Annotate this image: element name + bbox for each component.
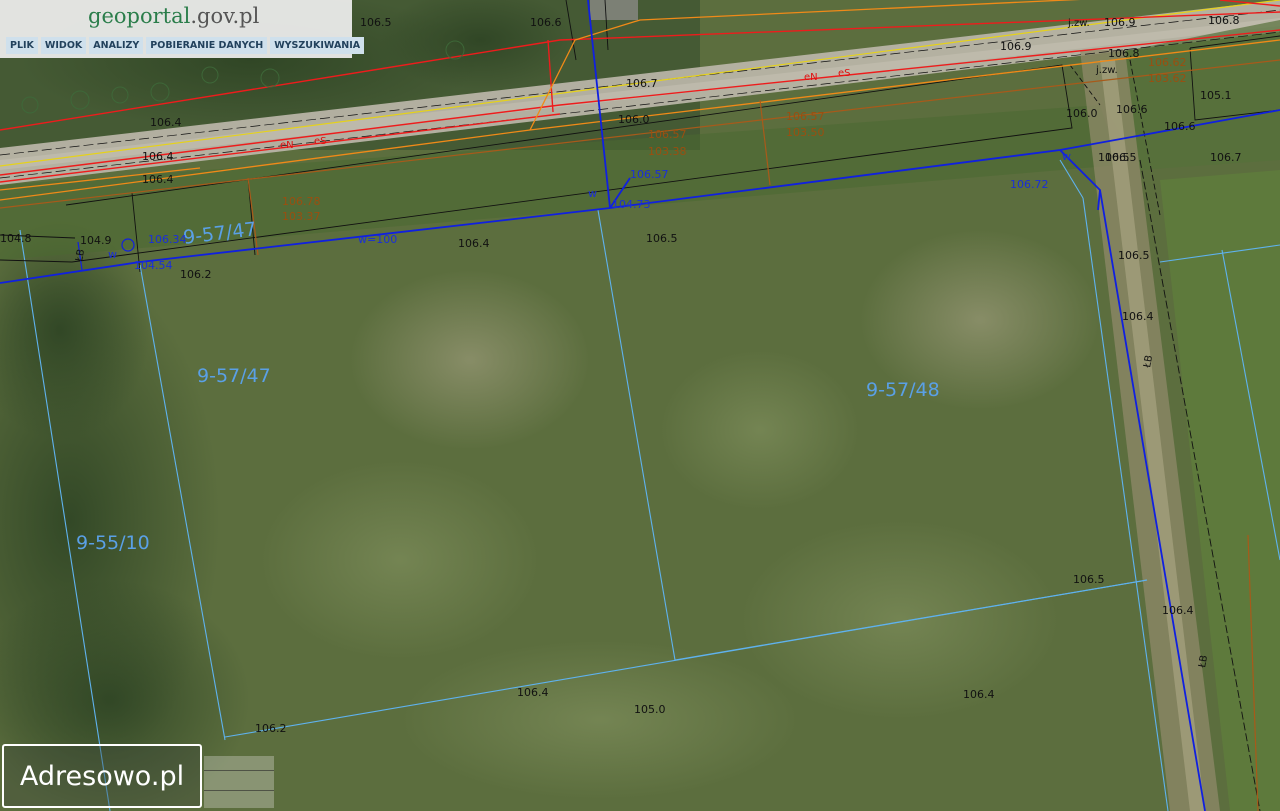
elevation-point: 106.4 bbox=[458, 237, 490, 250]
elevation-point: 106.6 bbox=[1116, 103, 1148, 116]
map-canvas[interactable]: 9-57/479-57/479-57/489-55/10106.5 106.610… bbox=[0, 0, 1280, 811]
water-label: 106.34 bbox=[148, 233, 187, 246]
logo-brand: portal bbox=[126, 4, 191, 28]
elevation-point: 106.0 bbox=[1066, 107, 1098, 120]
sewer-label: 103.50 bbox=[786, 126, 825, 139]
elevation-point: 106.5 bbox=[1105, 151, 1137, 164]
elevation-point: 106.2 bbox=[255, 722, 287, 735]
watermark-badge: Adresowo.pl bbox=[2, 744, 202, 808]
elevation-point: 106.2 bbox=[180, 268, 212, 281]
water-label: w bbox=[108, 248, 117, 261]
elevation-point: 106.9 bbox=[1000, 40, 1032, 53]
menu-pobieranie-danych[interactable]: POBIERANIE DANYCH bbox=[146, 37, 268, 54]
elevation-point: 106.4 bbox=[150, 116, 182, 129]
watermark-scale bbox=[204, 756, 274, 808]
elevation-point: 106.8 bbox=[1108, 47, 1140, 60]
sewer-label: 103.62 bbox=[1148, 72, 1187, 85]
parcel-label: 9-57/48 bbox=[866, 379, 940, 401]
elevation-point: 106.7 bbox=[626, 77, 658, 90]
cadastral-label: ŁB bbox=[1142, 354, 1155, 369]
sewer-label: 106.78 bbox=[282, 195, 321, 208]
elevation-point: 106.5 bbox=[360, 16, 392, 29]
elevation-point: 106.6 bbox=[1164, 120, 1196, 133]
elevation-point: 106.4 bbox=[1162, 604, 1194, 617]
sewer-label: 106.62 bbox=[1148, 56, 1187, 69]
water-label: 104.73 bbox=[612, 198, 651, 211]
elevation-point: 106.6 bbox=[530, 16, 562, 29]
water-label: w=100 bbox=[358, 233, 397, 246]
menu-plik[interactable]: PLIK bbox=[6, 37, 38, 54]
power-line-label: eN bbox=[280, 140, 294, 151]
elevation-point: 106.5 bbox=[1118, 249, 1150, 262]
menu-widok[interactable]: WIDOK bbox=[40, 37, 87, 54]
geoportal-logo[interactable]: geoportal.gov.pl bbox=[88, 4, 259, 28]
water-label: w bbox=[588, 187, 597, 200]
elevation-point: 106.4 bbox=[963, 688, 995, 701]
menu-analizy[interactable]: ANALIZY bbox=[89, 37, 144, 54]
sewer-label: 103.38 bbox=[648, 145, 687, 158]
elevation-point: 106.9 bbox=[1104, 16, 1136, 29]
cadastral-label: ŁB bbox=[74, 248, 87, 263]
elevation-point: 106.8 bbox=[1208, 14, 1240, 27]
water-label: 106.72 bbox=[1010, 178, 1049, 191]
cadastral-label: j.zw. bbox=[1095, 65, 1118, 76]
sewer-label: 106.57 bbox=[786, 110, 825, 123]
cadastral-label: j.zw. bbox=[1067, 18, 1090, 29]
water-label: 106.57 bbox=[630, 168, 669, 181]
elevation-point: 106.5 bbox=[1073, 573, 1105, 586]
elevation-point: 105.0 bbox=[634, 703, 666, 716]
water-label: w bbox=[1062, 150, 1071, 163]
parcel-label: 9-55/10 bbox=[76, 532, 150, 554]
elevation-point: 104.9 bbox=[80, 234, 112, 247]
sewer-label: 106.57 bbox=[648, 128, 687, 141]
power-line-label: eS bbox=[838, 68, 851, 79]
elevation-point: 105.1 bbox=[1200, 89, 1232, 102]
power-line-label: eN bbox=[804, 72, 818, 83]
elevation-point: 104.8 bbox=[0, 232, 32, 245]
menu-wyszukiwania[interactable]: WYSZUKIWANIA bbox=[270, 37, 365, 54]
logo-prefix: geo bbox=[88, 4, 127, 28]
elevation-point: 106.4 bbox=[1122, 310, 1154, 323]
power-line-label: eS bbox=[314, 136, 327, 147]
cadastral-label: ŁB bbox=[1197, 654, 1210, 669]
elevation-point: 106.4 bbox=[142, 173, 174, 186]
sewer-label: 103.37 bbox=[282, 210, 321, 223]
elevation-point: 106.7 bbox=[1210, 151, 1242, 164]
main-menu: PLIK WIDOK ANALIZY POBIERANIE DANYCH WYS… bbox=[6, 37, 365, 54]
logo-domain: .gov.pl bbox=[190, 4, 260, 28]
geoportal-header: geoportal.gov.pl PLIK WIDOK ANALIZY POBI… bbox=[0, 0, 365, 58]
parcel-label: 9-57/47 bbox=[197, 365, 271, 387]
elevation-point: 106.4 bbox=[142, 150, 174, 163]
elevation-point: 106.5 bbox=[646, 232, 678, 245]
elevation-point: 106.0 bbox=[618, 113, 650, 126]
elevation-point: 106.4 bbox=[517, 686, 549, 699]
water-label: 104.54 bbox=[134, 259, 173, 272]
